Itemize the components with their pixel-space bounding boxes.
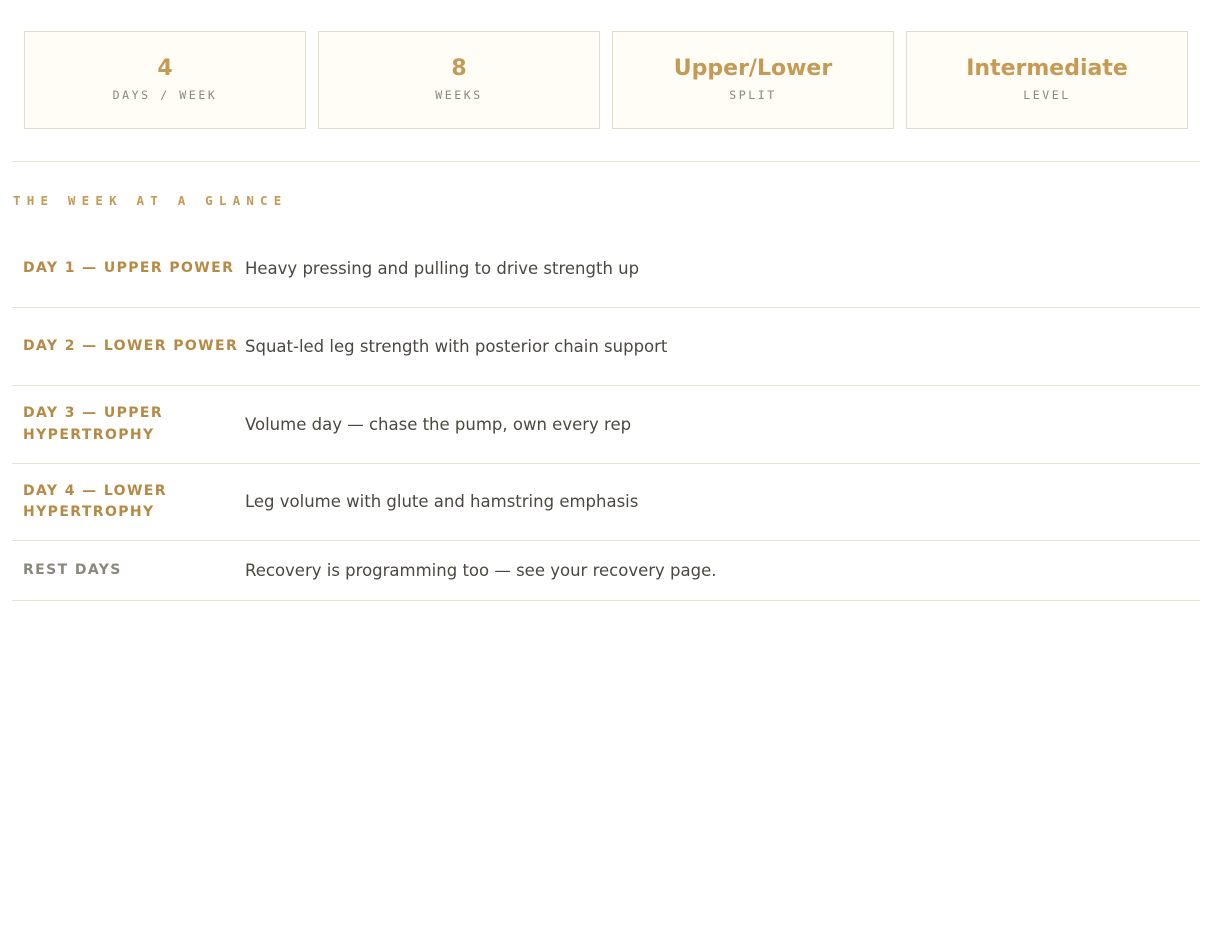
day-description: Heavy pressing and pulling to drive stre… [245, 258, 640, 278]
stat-level: Intermediate LEVEL [906, 31, 1188, 129]
stat-days-per-week: 4 DAYS / WEEK [24, 31, 306, 129]
week-schedule-table: DAY 1 — UPPER POWER Heavy pressing and p… [12, 230, 1200, 601]
stat-label: LEVEL [1023, 88, 1071, 102]
day-description: Recovery is programming too — see your r… [245, 560, 717, 580]
week-row-day-4: DAY 4 — LOWER HYPERTROPHY Leg volume wit… [12, 464, 1200, 541]
day-label: DAY 1 — UPPER POWER [23, 259, 235, 276]
stat-value: 8 [451, 56, 467, 81]
stat-weeks: 8 WEEKS [318, 31, 600, 129]
week-row-day-2: DAY 2 — LOWER POWER Squat-led leg streng… [12, 308, 1200, 386]
day-label: REST DAYS [23, 561, 122, 578]
day-label: DAY 4 — LOWER HYPERTROPHY [23, 482, 167, 521]
day-description: Leg volume with glute and hamstring emph… [245, 492, 639, 511]
stat-value: Upper/Lower [673, 56, 833, 81]
day-description: Squat-led leg strength with posterior ch… [245, 336, 668, 356]
day-description: Volume day — chase the pump, own every r… [245, 414, 632, 434]
week-at-a-glance-heading: THE WEEK AT A GLANCE [13, 193, 288, 208]
stat-value: 4 [157, 56, 173, 81]
week-row-rest-days: REST DAYS Recovery is programming too — … [12, 541, 1200, 601]
stat-split: Upper/Lower SPLIT [612, 31, 894, 129]
section-divider [12, 161, 1200, 162]
week-row-day-1: DAY 1 — UPPER POWER Heavy pressing and p… [12, 230, 1200, 308]
stat-label: SPLIT [729, 88, 777, 102]
stat-value: Intermediate [966, 56, 1128, 81]
week-row-day-3: DAY 3 — UPPER HYPERTROPHY Volume day — c… [12, 386, 1200, 464]
program-overview-page: 4 DAYS / WEEK 8 WEEKS Upper/Lower SPLIT … [0, 0, 1213, 930]
day-label: DAY 2 — LOWER POWER [23, 337, 239, 354]
stat-label: WEEKS [435, 88, 483, 102]
day-label: DAY 3 — UPPER HYPERTROPHY [23, 405, 164, 443]
stat-label: DAYS / WEEK [112, 88, 218, 102]
program-stats: 4 DAYS / WEEK 8 WEEKS Upper/Lower SPLIT … [24, 31, 1188, 129]
